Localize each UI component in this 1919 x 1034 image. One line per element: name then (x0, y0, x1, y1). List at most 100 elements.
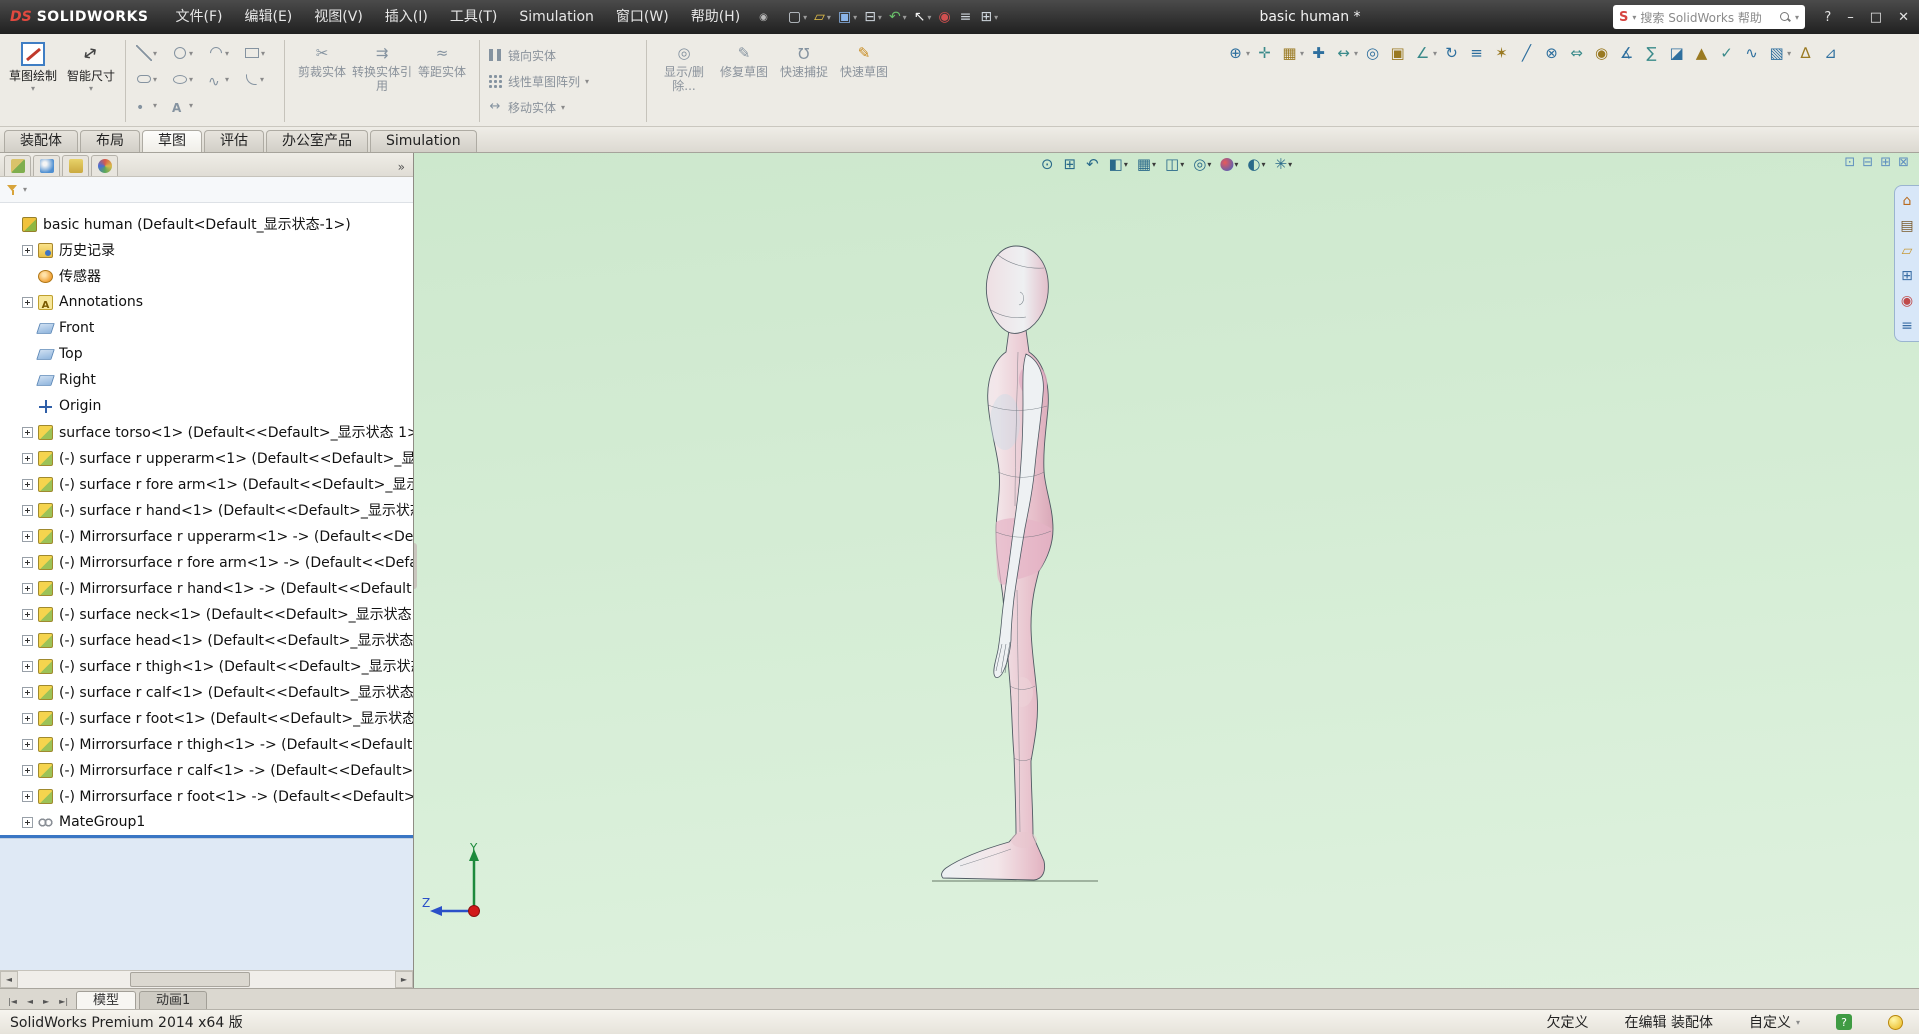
display-style-icon[interactable]: ◫ ▾ (1163, 155, 1186, 174)
trim-entities-button[interactable]: 剪裁实体 (292, 38, 352, 93)
custom-properties-icon[interactable]: ≡ (1901, 319, 1913, 333)
tree-expander-icon[interactable] (22, 660, 33, 672)
slot-tool-icon[interactable]: ▾ (133, 66, 169, 92)
dropdown-caret-icon[interactable]: ▾ (89, 84, 93, 93)
tree-expander-icon[interactable] (22, 764, 33, 776)
reference-geometry-icon[interactable]: ∠ ▾ (1412, 42, 1437, 64)
show-hidden-components-icon[interactable]: ◎ (1362, 42, 1383, 64)
circle-tool-icon[interactable]: ▾ (169, 40, 205, 66)
tree-expander-icon[interactable] (22, 296, 33, 308)
menu-item[interactable]: Simulation (508, 0, 605, 34)
repair-sketch-button[interactable]: 修复草图 (714, 38, 774, 93)
print-icon[interactable]: ⊟ ▾ (864, 10, 882, 24)
filter-funnel-icon[interactable] (7, 184, 19, 196)
maximize-button[interactable]: □ (1870, 10, 1882, 25)
tree-item[interactable]: (-) Mirrorsurface r thigh<1> -> (Default… (0, 731, 413, 757)
linear-sketch-pattern-button[interactable]: 线性草图阵列 ▾ (487, 68, 639, 94)
dropdown-caret-icon[interactable]: ▾ (153, 75, 157, 84)
tree-item[interactable]: (-) surface r calf<1> (Default<<Default>… (0, 679, 413, 705)
arc-tool-icon[interactable]: ▾ (205, 40, 241, 66)
dropdown-caret-icon[interactable]: ▾ (31, 84, 35, 93)
tree-item[interactable]: 历史记录 (0, 237, 413, 263)
first-tab-button[interactable]: |◄ (3, 993, 22, 1009)
smart-dimension-button[interactable]: 智能尺寸 ▾ (64, 38, 118, 93)
graphics-area[interactable]: ⊙ ⊞ ↶ ◧ ▾ ▦ ▾ ◫ ▾ ◎ ▾ ▾ ◐ ▾ ✳ ▾ ⊡ ⊟ ⊞ ⊠ … (414, 153, 1919, 988)
view-orientation-icon[interactable]: ▦ ▾ (1135, 155, 1158, 174)
help-search-box[interactable]: S ▾ 搜索 SolidWorks 帮助 ▾ (1613, 5, 1805, 29)
draft-analysis-icon[interactable]: ∆ (1795, 42, 1816, 64)
bill-of-materials-icon[interactable]: ≡ (1466, 42, 1487, 64)
tree-expander-icon[interactable] (22, 582, 33, 594)
scroll-right-button[interactable]: ► (395, 971, 413, 988)
menu-pin-icon[interactable]: ◉ (759, 12, 768, 23)
tree-expander-icon[interactable] (22, 426, 33, 438)
ribbon-tab[interactable]: 草图 (142, 130, 202, 152)
community-status-icon[interactable] (1888, 1014, 1903, 1030)
tree-expander-icon[interactable] (22, 452, 33, 464)
zoom-area-icon[interactable]: ⊞ (1061, 155, 1079, 174)
tree-expander-icon[interactable] (22, 530, 33, 542)
tree-expander-icon[interactable] (22, 712, 33, 724)
ribbon-tab[interactable]: 评估 (204, 130, 264, 152)
appearances-icon[interactable]: ◉ (1901, 294, 1913, 308)
text-tool-icon[interactable]: ▾ (169, 92, 205, 118)
tree-item[interactable]: Origin (0, 393, 413, 419)
hole-alignment-icon[interactable]: ◉ (1591, 42, 1612, 64)
tree-expander-icon[interactable] (22, 478, 33, 490)
dropdown-caret-icon[interactable]: ▾ (260, 75, 264, 84)
ribbon-tab[interactable]: 装配体 (4, 130, 78, 152)
panel-splitter-handle[interactable] (414, 543, 417, 589)
dropdown-caret-icon[interactable]: ▾ (189, 101, 193, 110)
dropdown-caret-icon[interactable]: ▾ (225, 75, 229, 84)
view-settings-icon[interactable]: ✳ ▾ (1272, 155, 1294, 174)
tree-item[interactable]: (-) surface r foot<1> (Default<<Default>… (0, 705, 413, 731)
select-icon[interactable]: ↖ ▾ (914, 10, 932, 24)
previous-view-icon[interactable]: ↶ (1084, 155, 1102, 174)
quick-snaps-button[interactable]: 快速捕捉 (774, 38, 834, 93)
minimize-button[interactable]: – (1847, 10, 1854, 25)
last-tab-button[interactable]: ►| (54, 993, 73, 1009)
tree-item[interactable]: (-) Mirrorsurface r fore arm<1> -> (Defa… (0, 549, 413, 575)
scrollbar-thumb[interactable] (130, 972, 250, 987)
displaymanager-tab[interactable] (91, 155, 118, 176)
new-motion-study-icon[interactable]: ↻ (1441, 42, 1462, 64)
custom-units-dropdown[interactable]: 自定义 ▾ (1749, 1012, 1800, 1032)
menu-item[interactable]: 文件(F) (165, 0, 234, 34)
section-properties-icon[interactable]: ◪ (1666, 42, 1687, 64)
menu-item[interactable]: 视图(V) (303, 0, 374, 34)
menu-item[interactable]: 编辑(E) (234, 0, 304, 34)
new-document-icon[interactable]: ▢ ▾ (788, 10, 807, 24)
tree-item[interactable]: (-) Mirrorsurface r hand<1> -> (Default<… (0, 575, 413, 601)
fillet-tool-icon[interactable]: ▾ (241, 66, 277, 92)
tree-expander-icon[interactable] (22, 738, 33, 750)
dropdown-caret-icon[interactable]: ▾ (189, 49, 193, 58)
document-tab[interactable]: 动画1 (139, 991, 208, 1009)
clearance-verification-icon[interactable]: ⇔ (1566, 42, 1587, 64)
apply-scene-icon[interactable]: ◐ ▾ (1245, 155, 1267, 174)
tree-item[interactable]: basic human (Default<Default_显示状态-1>) (0, 211, 413, 237)
tree-item[interactable]: MateGroup1 (0, 809, 413, 835)
tree-expander-icon[interactable] (22, 608, 33, 620)
tree-expander-icon[interactable] (22, 816, 33, 828)
options-icon[interactable]: ⊞ ▾ (980, 10, 998, 24)
curvature-icon[interactable]: ∿ (1741, 42, 1762, 64)
close-button[interactable]: ✕ (1898, 10, 1909, 25)
tree-item[interactable]: (-) surface r hand<1> (Default<<Default>… (0, 497, 413, 523)
prev-tab-button[interactable]: ◄ (22, 993, 38, 1009)
undo-icon[interactable]: ↶ ▾ (889, 10, 907, 24)
viewport-close-icon[interactable]: ⊠ (1898, 156, 1909, 169)
tree-item[interactable]: Top (0, 341, 413, 367)
ribbon-tab[interactable]: Simulation (370, 130, 477, 152)
design-library-icon[interactable]: ▤ (1900, 219, 1913, 233)
dropdown-caret-icon[interactable]: ▾ (153, 101, 157, 110)
rectangle-tool-icon[interactable]: ▾ (241, 40, 277, 66)
dropdown-caret-icon[interactable]: ▾ (261, 49, 265, 58)
insert-components-icon[interactable]: ⊕ ▾ (1225, 42, 1250, 64)
tree-item[interactable]: 传感器 (0, 263, 413, 289)
dropdown-caret-icon[interactable]: ▾ (225, 49, 229, 58)
file-explorer-icon[interactable]: ▱ (1902, 244, 1913, 258)
document-tab[interactable]: 模型 (76, 991, 137, 1009)
tree-item[interactable]: (-) surface r thigh<1> (Default<<Default… (0, 653, 413, 679)
dropdown-caret-icon[interactable]: ▾ (189, 75, 193, 84)
zoom-fit-icon[interactable]: ⊙ (1039, 155, 1057, 174)
